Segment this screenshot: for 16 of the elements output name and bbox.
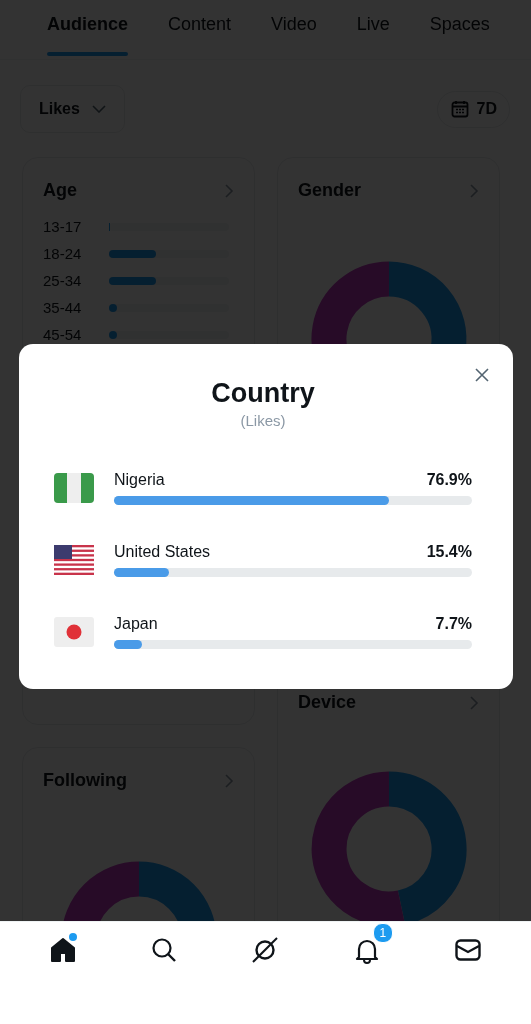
dialog-subtitle: (Likes) <box>239 412 287 429</box>
dialog-title: Country <box>210 377 316 410</box>
country-percent: 7.7% <box>435 615 472 633</box>
envelope-icon[interactable] <box>454 936 483 964</box>
country-percent: 15.4% <box>426 543 472 561</box>
flag-icon <box>54 545 94 575</box>
close-icon[interactable] <box>475 368 489 382</box>
flag-icon <box>54 473 94 503</box>
country-name: Japan <box>114 615 158 633</box>
country-percent: 76.9% <box>426 471 472 489</box>
flag-icon <box>54 617 94 647</box>
notification-count: 1 <box>372 923 393 943</box>
country-name: United States <box>114 543 211 561</box>
home-icon[interactable] <box>48 936 77 964</box>
slashed-circle-icon[interactable] <box>250 935 281 965</box>
country-name: Nigeria <box>114 471 165 489</box>
